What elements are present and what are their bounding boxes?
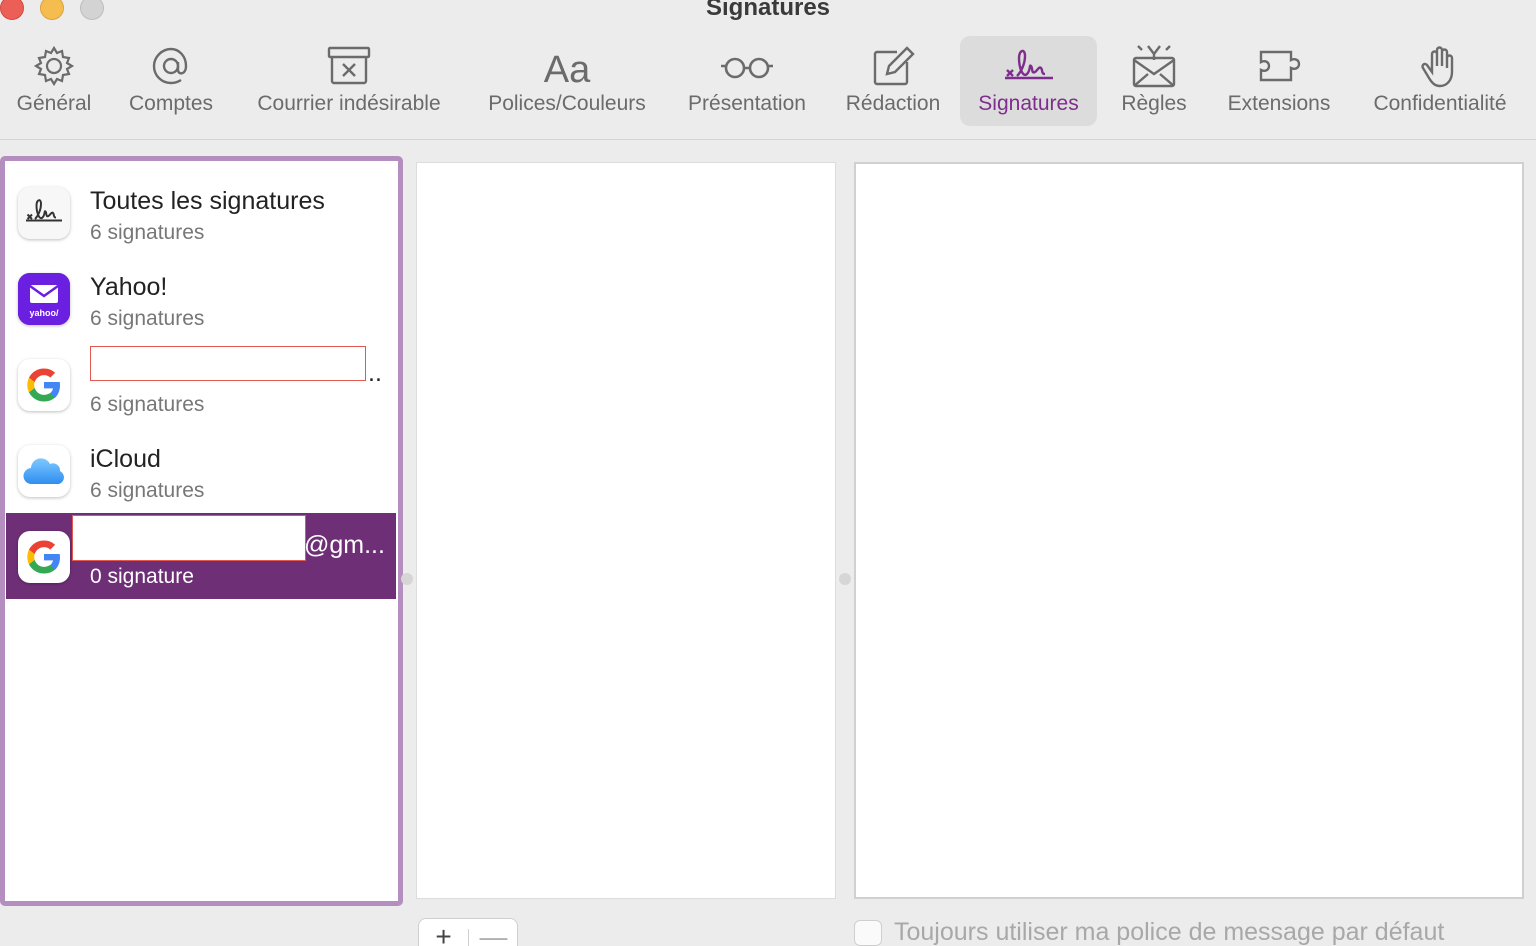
tab-redaction[interactable]: Rédaction [834, 36, 952, 126]
add-remove-segmented-control: + — [418, 918, 518, 946]
account-name: iCloud [90, 445, 161, 473]
redacted-email [90, 346, 366, 381]
tab-presentation[interactable]: Présentation [676, 36, 818, 126]
puzzle-icon [1251, 42, 1307, 90]
compose-icon [865, 42, 921, 90]
signature-count: 6 signatures [90, 221, 205, 244]
default-font-checkbox[interactable] [854, 920, 882, 946]
account-name: Yahoo! [90, 273, 168, 301]
account-name: @gm... [304, 531, 385, 559]
redacted-email [72, 515, 306, 561]
account-name: Toutes les signatures [90, 187, 325, 215]
account-row-all-signatures[interactable]: Toutes les signatures 6 signatures [6, 169, 396, 255]
yahoo-mail-icon: yahoo/ [18, 273, 70, 325]
gear-icon [26, 42, 82, 90]
signature-count: 0 signature [90, 565, 194, 588]
glasses-icon [719, 42, 775, 90]
tab-general[interactable]: Général [6, 36, 102, 126]
title-bar: Signatures [0, 0, 1536, 28]
tab-comptes[interactable]: Comptes [118, 36, 224, 126]
account-row-google-1[interactable]: .. 6 signatures [6, 341, 396, 427]
signature-editor[interactable] [854, 162, 1524, 899]
svg-text:Aa: Aa [544, 49, 591, 90]
rules-envelope-icon [1126, 42, 1182, 90]
tab-confidentialite[interactable]: Confidentialité [1358, 36, 1522, 126]
signature-count: 6 signatures [90, 393, 205, 416]
remove-signature-button[interactable]: — [469, 919, 518, 946]
hand-icon [1412, 42, 1468, 90]
font-aa-icon: Aa [539, 42, 595, 91]
google-icon [18, 531, 70, 583]
google-icon [18, 359, 70, 411]
preferences-toolbar: Général Comptes Courrier indésirable Aa … [0, 28, 1536, 140]
split-view-handle-left[interactable] [401, 573, 413, 585]
tab-regles[interactable]: Règles [1110, 36, 1198, 126]
signature-count: 6 signatures [90, 307, 205, 330]
account-row-google-2[interactable]: @gm... 0 signature [6, 513, 396, 599]
tab-courrier-indesirable[interactable]: Courrier indésirable [240, 36, 458, 126]
signature-count: 6 signatures [90, 479, 205, 502]
tab-extensions[interactable]: Extensions [1214, 36, 1344, 126]
split-view-handle-right[interactable] [839, 573, 851, 585]
account-row-icloud[interactable]: iCloud 6 signatures [6, 427, 396, 513]
junk-bin-icon [321, 42, 377, 90]
account-row-yahoo[interactable]: yahoo/ Yahoo! 6 signatures [6, 255, 396, 341]
add-signature-button[interactable]: + [419, 919, 468, 946]
account-name: .. [368, 359, 382, 387]
svg-text:yahoo/: yahoo/ [29, 308, 59, 318]
tab-polices-couleurs[interactable]: Aa Polices/Couleurs [474, 36, 660, 126]
signatures-list[interactable] [416, 162, 836, 899]
signature-icon [1001, 42, 1057, 90]
window-title: Signatures [705, 0, 831, 21]
default-font-label: Toujours utiliser ma police de message p… [894, 918, 1445, 946]
tab-signatures[interactable]: Signatures [960, 36, 1097, 126]
at-icon [143, 42, 199, 90]
signature-app-icon [18, 187, 70, 239]
accounts-list[interactable]: Toutes les signatures 6 signatures yahoo… [0, 156, 403, 906]
icloud-icon [18, 445, 70, 497]
